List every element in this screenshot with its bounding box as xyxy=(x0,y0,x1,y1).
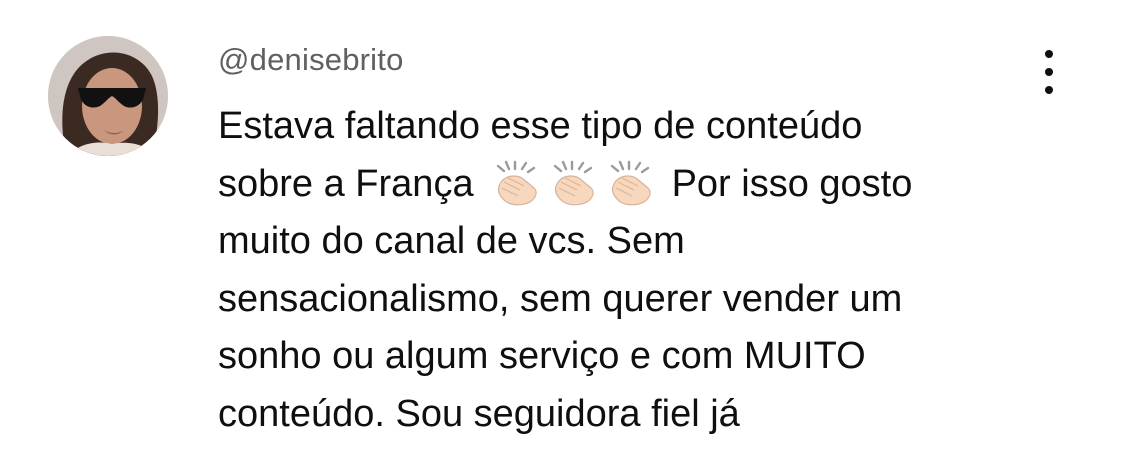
comment-text: Estava faltando esse tipo de conteúdo so… xyxy=(218,98,1018,443)
emoji-group xyxy=(482,160,672,205)
comment-line-part: Por isso gosto xyxy=(671,162,913,205)
comment-line: sobre a França Por isso gosto xyxy=(218,156,1018,214)
avatar-photo xyxy=(48,36,168,156)
clapping-hands-icon xyxy=(496,160,537,205)
comment-author[interactable]: @denisebrito xyxy=(218,40,404,80)
comment-line: conteúdo. Sou seguidora fiel já xyxy=(218,392,740,435)
comment-line-part: sobre a França xyxy=(218,162,474,205)
vertical-ellipsis-icon xyxy=(1045,86,1053,94)
comment-line: sonho ou algum serviço e com MUITO xyxy=(218,335,866,377)
comment-line: Estava faltando esse tipo de conteúdo xyxy=(218,105,863,147)
vertical-ellipsis-icon xyxy=(1045,68,1053,76)
comment-line: muito do canal de vcs. Sem xyxy=(218,220,685,262)
avatar[interactable] xyxy=(48,36,168,156)
comment-card: @denisebrito Estava faltando esse tipo d… xyxy=(0,0,1124,454)
vertical-ellipsis-icon xyxy=(1045,50,1053,58)
clapping-hands-icon xyxy=(553,160,594,205)
comment-line: sensacionalismo, sem querer vender um xyxy=(218,277,903,320)
clapping-hands-icon xyxy=(610,160,651,205)
more-actions-button[interactable] xyxy=(1033,50,1065,94)
